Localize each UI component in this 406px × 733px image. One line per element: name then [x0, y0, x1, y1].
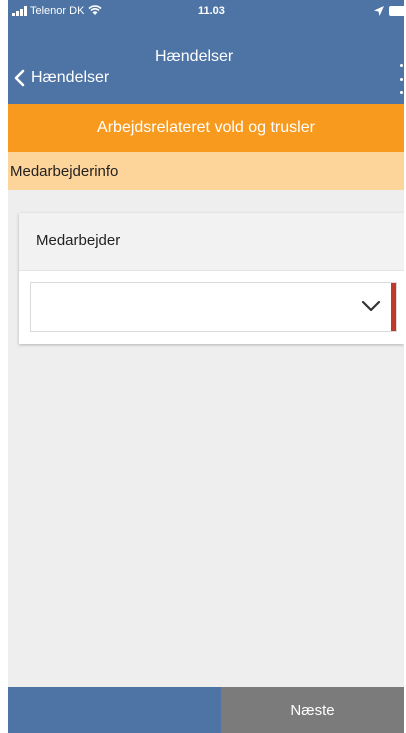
- form-title-banner: Arbejdsrelateret vold og trusler: [8, 104, 404, 152]
- employee-field-label: Medarbejder: [36, 232, 121, 249]
- next-button-label: Næste: [290, 701, 335, 719]
- app-screen: Telenor DK 11.03 Hændelser Hændelser Arb…: [8, 0, 404, 733]
- wifi-icon: [88, 5, 102, 15]
- carrier-name: Telenor DK: [30, 5, 85, 17]
- employee-field-card: Medarbejder: [19, 213, 404, 344]
- status-bar: Telenor DK 11.03: [8, 0, 404, 24]
- form-title: Arbejdsrelateret vold og trusler: [97, 119, 315, 136]
- required-indicator: [391, 283, 396, 331]
- location-icon: [374, 6, 384, 16]
- header: Telenor DK 11.03 Hændelser Hændelser: [8, 0, 404, 104]
- next-button[interactable]: Næste: [221, 687, 404, 733]
- battery-icon: [389, 6, 404, 16]
- status-time: 11.03: [198, 5, 225, 17]
- bottom-toolbar: Næste: [8, 687, 404, 733]
- more-vertical-icon[interactable]: [398, 64, 404, 94]
- field-card-header: Medarbejder: [19, 213, 404, 271]
- signal-icon: [12, 6, 27, 16]
- page-title: Hændelser: [155, 48, 234, 65]
- back-button[interactable]: Hændelser: [12, 64, 109, 92]
- section-title: Medarbejderinfo: [10, 162, 119, 180]
- section-header: Medarbejderinfo: [8, 152, 404, 190]
- employee-select[interactable]: [30, 282, 397, 332]
- chevron-down-icon: [361, 300, 381, 312]
- chevron-left-icon: [14, 69, 25, 87]
- back-label: Hændelser: [31, 69, 110, 86]
